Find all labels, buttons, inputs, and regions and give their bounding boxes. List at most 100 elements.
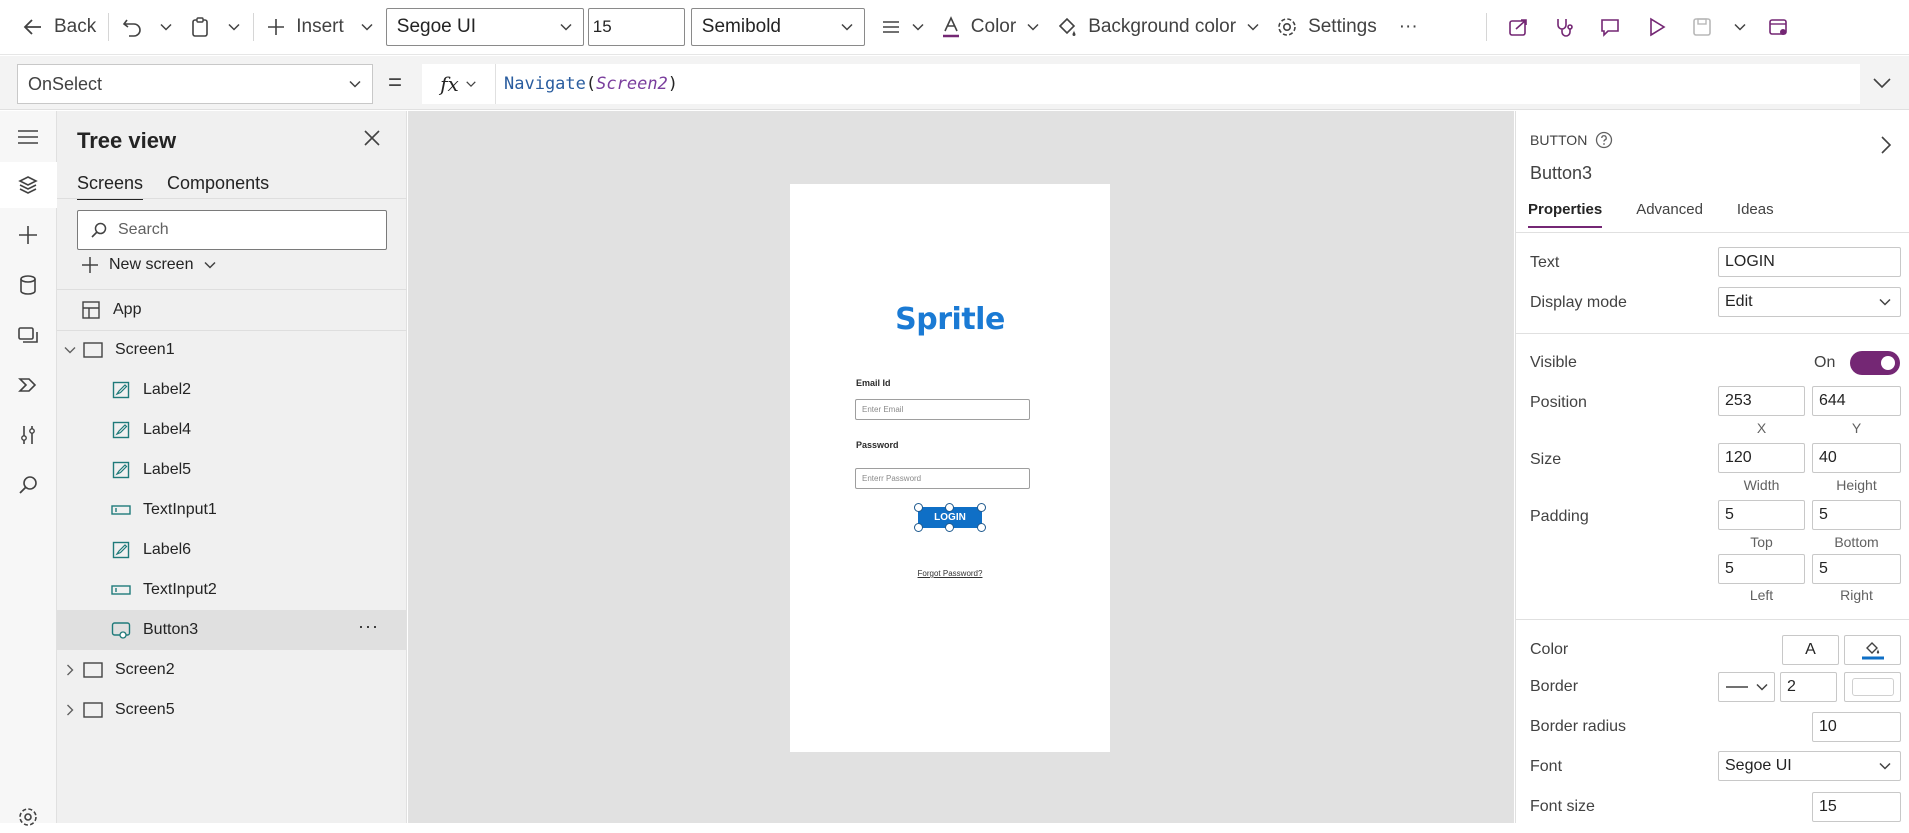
padding-bottom-input[interactable]: 5 [1812,500,1901,530]
divider [1516,333,1909,334]
insert-button[interactable]: Insert [258,7,382,47]
ellipsis-icon: ··· [1398,16,1418,37]
more-commands-button[interactable]: ··· [1391,7,1426,47]
label-icon [109,378,133,402]
tree-node-label2[interactable]: Label2 [57,370,407,410]
share-button[interactable] [1499,7,1537,47]
tree-node-screen2[interactable]: Screen2 [57,650,407,690]
border-color-swatch [1851,678,1894,696]
border-style-select[interactable] [1718,672,1775,702]
help-icon[interactable] [1595,131,1613,149]
tree-search-input[interactable]: Search [77,210,387,250]
fx-button[interactable]: fx [422,64,496,104]
settings-button[interactable]: Settings [1268,7,1385,47]
email-input[interactable]: Enter Email [855,399,1030,420]
expand-formula-button[interactable] [1872,76,1892,90]
tab-advanced[interactable]: Advanced [1636,201,1703,228]
tree-node-textinput1[interactable]: TextInput1 [57,490,407,530]
paste-button[interactable] [181,7,219,47]
text-color-button[interactable]: A [1782,635,1839,665]
padding-right-input[interactable]: 5 [1812,554,1901,584]
background-color-button[interactable]: Background color [1048,7,1268,47]
login-button-selection[interactable]: LOGIN [914,503,986,532]
text-prop-input[interactable]: LOGIN [1718,247,1901,277]
color-button[interactable]: Color [933,7,1048,47]
comments-button[interactable] [1591,7,1629,47]
position-x-input[interactable]: 253 [1718,386,1805,416]
screen1-preview[interactable]: Spritle Email Id Enter Email Password En… [790,184,1110,752]
forgot-password-link[interactable]: Forgot Password? [790,569,1110,578]
resize-handle[interactable] [914,503,923,512]
automate-button[interactable] [12,369,44,401]
new-screen-button[interactable]: New screen [81,256,217,274]
collapse-pane-button[interactable] [1879,135,1893,155]
menu-button[interactable] [12,121,44,153]
property-select[interactable]: OnSelect [17,64,373,104]
font-family-select[interactable]: Segoe UI [385,8,584,46]
close-tree-button[interactable] [363,129,381,147]
visible-toggle[interactable] [1850,351,1900,375]
media-button[interactable] [12,319,44,351]
advanced-tools-button[interactable] [12,419,44,451]
email-label[interactable]: Email Id [856,378,891,388]
tree-node-screen5[interactable]: Screen5 [57,690,407,730]
height-input[interactable]: 40 [1812,443,1901,473]
tree-view-button[interactable] [12,169,44,201]
password-label[interactable]: Password [856,440,899,450]
database-icon [17,274,39,296]
tree-node-label: Button3 [143,621,199,638]
resize-handle[interactable] [977,503,986,512]
control-name[interactable]: Button3 [1530,163,1592,184]
resize-handle[interactable] [914,523,923,532]
formula-input[interactable]: Navigate(Screen2) [496,64,1860,104]
font-size-prop-input[interactable]: 15 [1812,792,1901,822]
tree-node-label5[interactable]: Label5 [57,450,407,490]
border-width-input[interactable]: 2 [1780,672,1837,702]
back-button[interactable]: Back [14,7,104,47]
display-mode-select[interactable]: Edit [1718,287,1901,317]
resize-handle[interactable] [977,523,986,532]
password-input[interactable]: Enterr Password [855,468,1030,489]
align-button[interactable] [873,7,933,47]
tab-ideas[interactable]: Ideas [1737,201,1774,228]
resize-handle[interactable] [945,523,954,532]
border-radius-input[interactable]: 10 [1812,712,1901,742]
tree-node-screen1[interactable]: Screen1 [57,330,407,370]
tree-node-label6[interactable]: Label6 [57,530,407,570]
tree-node-label: Screen1 [115,341,175,358]
save-dropdown[interactable] [1725,7,1755,47]
border-width-value: 2 [1787,678,1796,695]
more-options-button[interactable]: ··· [358,616,379,637]
paste-dropdown[interactable] [219,7,249,47]
font-size-input[interactable]: 15 [587,8,685,46]
tab-components[interactable]: Components [167,173,269,200]
position-y-input[interactable]: 644 [1812,386,1901,416]
tree-node-label4[interactable]: Label4 [57,410,407,450]
publish-button[interactable] [1759,7,1797,47]
app-checker-button[interactable] [1545,7,1583,47]
padding-top-input[interactable]: 5 [1718,500,1805,530]
design-canvas[interactable]: Spritle Email Id Enter Email Password En… [408,111,1514,823]
tab-properties[interactable]: Properties [1528,201,1603,228]
plus-icon [81,256,99,274]
fill-color-button[interactable] [1844,635,1901,665]
save-button[interactable] [1683,7,1721,47]
border-color-button[interactable] [1844,672,1901,702]
tab-screens[interactable]: Screens [77,173,144,200]
tree-node-textinput2[interactable]: TextInput2 [57,570,407,610]
tree-node-app[interactable]: App [57,290,407,330]
tree-node-button3[interactable]: Button3 ··· [57,610,407,650]
search-rail-button[interactable] [12,469,44,501]
preview-button[interactable] [1637,7,1675,47]
undo-dropdown[interactable] [151,7,181,47]
resize-handle[interactable] [945,503,954,512]
padding-left-input[interactable]: 5 [1718,554,1805,584]
data-button[interactable] [12,269,44,301]
font-weight-select[interactable]: Semibold [690,8,865,46]
width-input[interactable]: 120 [1718,443,1805,473]
settings-rail-button[interactable] [12,801,44,833]
font-select[interactable]: Segoe UI [1718,751,1901,781]
undo-button[interactable] [113,7,151,47]
insert-rail-button[interactable] [12,219,44,251]
search-placeholder: Search [118,221,169,238]
